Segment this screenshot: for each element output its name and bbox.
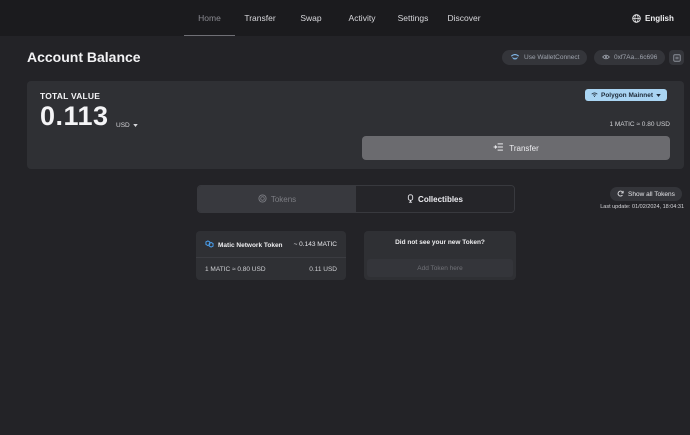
network-selector[interactable]: Polygon Mainnet (585, 89, 667, 101)
walletconnect-icon (510, 53, 520, 62)
address-button[interactable]: 0xf7Aa...6c696 (594, 50, 666, 65)
top-nav: Home Transfer Swap Activity Settings Dis… (0, 0, 690, 36)
tab-tokens-label: Tokens (270, 194, 297, 204)
last-update-text: Last update: 01/02/2024, 18:04:31 (600, 204, 684, 210)
coin-icon (258, 193, 267, 205)
transfer-button[interactable]: Transfer (362, 136, 670, 160)
nav-transfer[interactable]: Transfer (237, 0, 283, 36)
exchange-rate: 1 MATIC ≈ 0.80 USD (609, 121, 670, 128)
walletconnect-label: Use WalletConnect (524, 54, 580, 61)
add-token-card: Did not see your new Token? Add Token he… (364, 231, 516, 280)
divider (196, 257, 346, 258)
balance-card: TOTAL VALUE 0.113 USD Polygon Mainnet 1 … (27, 81, 684, 169)
nav-discover[interactable]: Discover (444, 0, 484, 36)
language-label: English (645, 13, 674, 23)
transfer-label: Transfer (509, 143, 539, 153)
show-all-label: Show all Tokens (628, 190, 675, 198)
new-token-question: Did not see your new Token? (395, 239, 485, 246)
tab-tokens[interactable]: Tokens (198, 186, 356, 212)
tab-collectibles-label: Collectibles (418, 194, 463, 204)
currency-label: USD (116, 122, 130, 129)
total-value: 0.113 (40, 101, 109, 131)
caret-down-icon (132, 122, 138, 129)
list-icon (672, 49, 681, 67)
transfer-icon (493, 143, 504, 153)
token-name: Matic Network Token (218, 241, 283, 249)
nav-activity[interactable]: Activity (341, 0, 383, 36)
currency-selector[interactable]: USD (116, 122, 138, 129)
globe-icon (632, 13, 641, 23)
tab-collectibles[interactable]: Collectibles (356, 186, 514, 212)
walletconnect-button[interactable]: Use WalletConnect (502, 50, 588, 65)
nav-settings[interactable]: Settings (393, 0, 433, 36)
token-usd-value: 0.11 USD (309, 266, 337, 273)
eye-icon (602, 54, 610, 62)
total-value-label: TOTAL VALUE (40, 91, 101, 101)
token-card[interactable]: Matic Network Token ~ 0.143 MATIC 1 MATI… (196, 231, 346, 280)
menu-button[interactable] (669, 50, 684, 65)
token-name-row: Matic Network Token (205, 240, 283, 250)
nav-home[interactable]: Home (184, 0, 235, 36)
add-token-button[interactable]: Add Token here (367, 259, 513, 277)
signal-icon (591, 92, 598, 99)
show-all-tokens-button[interactable]: Show all Tokens (610, 187, 682, 201)
language-selector[interactable]: English (632, 0, 674, 36)
asset-tabs: Tokens Collectibles (197, 185, 515, 213)
token-rate: 1 MATIC ≈ 0.80 USD (205, 266, 266, 273)
token-amount: ~ 0.143 MATIC (293, 241, 337, 248)
caret-down-icon (656, 92, 661, 99)
nav-swap[interactable]: Swap (293, 0, 329, 36)
network-label: Polygon Mainnet (601, 91, 653, 99)
polygon-logo-icon (205, 240, 214, 250)
refresh-icon (617, 190, 624, 199)
collectible-icon (407, 193, 414, 205)
address-label: 0xf7Aa...6c696 (614, 54, 658, 61)
page-title: Account Balance (27, 49, 141, 65)
